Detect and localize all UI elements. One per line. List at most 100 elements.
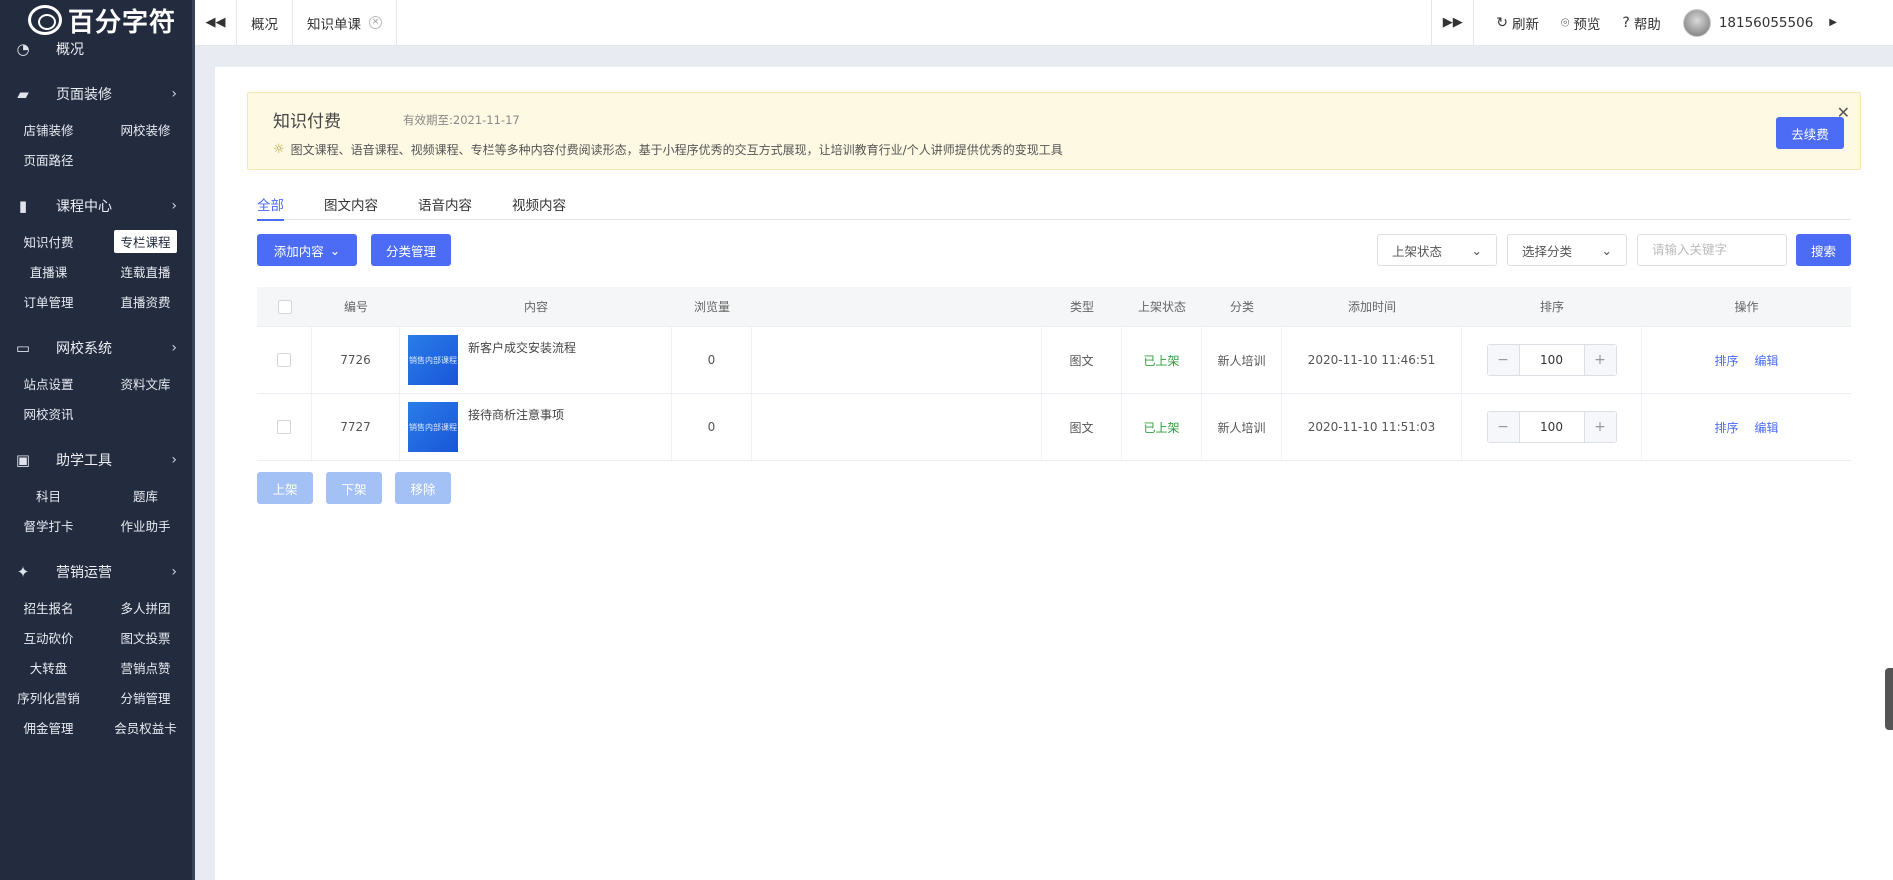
increment-button[interactable]: + [1583,412,1616,442]
search-button[interactable]: 搜索 [1796,234,1851,266]
row-ops: 排序 编辑 [1642,327,1851,393]
sidebar-item[interactable]: 招生报名 [0,592,97,622]
edit-link[interactable]: 编辑 [1755,419,1779,436]
header-id: 编号 [343,300,368,314]
sort-link[interactable]: 排序 [1714,419,1738,436]
status-select[interactable]: 上架状态 ⌄ [1377,234,1497,266]
sidebar-item[interactable]: 网校资讯 [0,398,97,428]
sidebar-item[interactable]: 连载直播 [97,256,194,286]
increment-button[interactable]: + [1583,345,1616,375]
side-drawer-handle[interactable] [1885,668,1893,730]
sidebar-item[interactable]: 图文投票 [97,622,194,652]
sidebar-item[interactable]: 直播课 [0,256,97,286]
menu-overview[interactable]: ◔ 概况 [0,34,195,64]
edit-link[interactable]: 编辑 [1755,352,1779,369]
search-input[interactable] [1637,234,1787,266]
tab-audio[interactable]: 语音内容 [418,187,472,220]
sidebar-item[interactable]: 作业助手 [97,510,194,540]
tab-overview[interactable]: 概况 [237,0,293,45]
category-manage-button[interactable]: 分类管理 [371,234,451,266]
menu-label: 概况 [56,42,84,58]
sort-value[interactable]: 100 [1520,412,1584,442]
sidebar-item[interactable]: 分销管理 [97,682,194,712]
decrement-button[interactable]: − [1487,412,1520,442]
sidebar-item[interactable]: 多人拼团 [97,592,194,622]
sidebar-item-label: 招生报名 [23,600,74,616]
content-thumbnail[interactable]: 销售内部课程 [408,402,458,452]
tab-video[interactable]: 视频内容 [512,187,566,220]
briefcase-icon: ▣ [15,451,31,469]
close-icon[interactable]: ✕ [1837,103,1850,122]
sidebar-item[interactable]: 知识付费 [0,226,97,256]
sidebar-item[interactable]: 大转盘 [0,652,97,682]
sidebar-item[interactable]: 佣金管理 [0,712,97,742]
logo-mark-icon [28,5,62,35]
menu-group-course: ▮ 课程中心 › 知识付费 专栏课程 直播课 连载直播 订单管理 直播资费 [0,186,195,316]
tab-label: 知识单课 [307,16,361,33]
refresh-button[interactable]: ↻ 刷新 [1496,13,1539,33]
sidebar-item-label: 店铺装修 [23,122,74,138]
tab-article[interactable]: 图文内容 [324,187,378,220]
select-all-checkbox[interactable] [277,299,292,314]
add-content-label: 添加内容 [273,243,324,259]
close-icon[interactable]: × [369,16,382,29]
notice-banner: 知识付费 有效期至:2021-11-17 ☼ 图文课程、语音课程、视频课程、专栏… [247,92,1861,170]
scroll-tabs-left-button[interactable]: ◀◀ [195,0,237,45]
menu-course-center[interactable]: ▮ 课程中心 › [0,186,195,226]
bulk-actions: 上架 下架 移除 [257,472,451,504]
sidebar-item-active[interactable]: 专栏课程 [97,226,194,256]
sidebar-item[interactable]: 互动砍价 [0,622,97,652]
row-views: 0 [672,394,752,460]
sidebar-item[interactable]: 督学打卡 [0,510,97,540]
sidebar-item[interactable]: 营销点赞 [97,652,194,682]
sidebar-item-label: 网校装修 [120,122,171,138]
sidebar-item[interactable]: 会员权益卡 [97,712,194,742]
sidebar-item-label: 互动砍价 [23,630,74,646]
bulk-publish-button[interactable]: 上架 [257,472,313,504]
chevron-right-icon: › [171,340,177,356]
sidebar-item-label: 订单管理 [23,294,74,310]
sort-link[interactable]: 排序 [1714,352,1738,369]
sidebar-item[interactable]: 订单管理 [0,286,97,316]
content-title[interactable]: 接待商析注意事项 [468,402,564,423]
header-checkbox-cell [257,287,312,326]
sidebar-item[interactable]: 科目 [0,480,97,510]
row-checkbox[interactable] [277,420,291,434]
tab-all[interactable]: 全部 [257,187,284,221]
notice-desc: ☼ 图文课程、语音课程、视频课程、专栏等多种内容付费阅读形态，基于小程序优秀的交… [273,141,1063,158]
header-views: 浏览量 [693,300,730,314]
sidebar-item[interactable]: 序列化营销 [0,682,97,712]
content-thumbnail[interactable]: 销售内部课程 [408,335,458,385]
row-blank [752,394,1042,460]
sidebar-item[interactable]: 资料文库 [97,368,194,398]
preview-button[interactable]: ⌾ 预览 [1561,13,1600,33]
scroll-tabs-right-button[interactable]: ▶▶ [1432,0,1475,46]
header-status: 上架状态 [1137,300,1186,314]
menu-group-decoration: ▰ 页面装修 › 店铺装修 网校装修 页面路径 [0,74,195,174]
decrement-button[interactable]: − [1487,345,1520,375]
sidebar-item[interactable]: 直播资费 [97,286,194,316]
user-menu[interactable]: 18156055506 ▶ [1682,8,1837,37]
category-select[interactable]: 选择分类 ⌄ [1507,234,1627,266]
renew-button[interactable]: 去续费 [1776,117,1844,149]
sort-value[interactable]: 100 [1520,345,1584,375]
content-title[interactable]: 新客户成交安装流程 [468,335,576,356]
bulk-unpublish-button[interactable]: 下架 [326,472,382,504]
menu-page-decoration[interactable]: ▰ 页面装修 › [0,74,195,114]
tab-knowledge-course[interactable]: 知识单课 × [293,0,397,45]
sidebar-item[interactable]: 题库 [97,480,194,510]
sidebar-item[interactable]: 站点设置 [0,368,97,398]
menu-marketing[interactable]: ✦ 营销运营 › [0,552,195,592]
lightbulb-icon: ☼ [273,142,285,157]
sidebar-item[interactable]: 店铺装修 [0,114,97,144]
bulk-remove-button[interactable]: 移除 [395,472,451,504]
row-checkbox[interactable] [277,353,291,367]
submenu: 科目 题库 督学打卡 作业助手 [0,480,195,540]
sidebar-item[interactable]: 页面路径 [0,144,97,174]
menu-school-system[interactable]: ▭ 网校系统 › [0,328,195,368]
main-panel: 知识付费 有效期至:2021-11-17 ☼ 图文课程、语音课程、视频课程、专栏… [215,67,1893,880]
add-content-button[interactable]: 添加内容 ⌄ [257,234,357,266]
menu-study-tools[interactable]: ▣ 助学工具 › [0,440,195,480]
help-button[interactable]: ? 帮助 [1622,13,1660,33]
sidebar-item[interactable]: 网校装修 [97,114,194,144]
